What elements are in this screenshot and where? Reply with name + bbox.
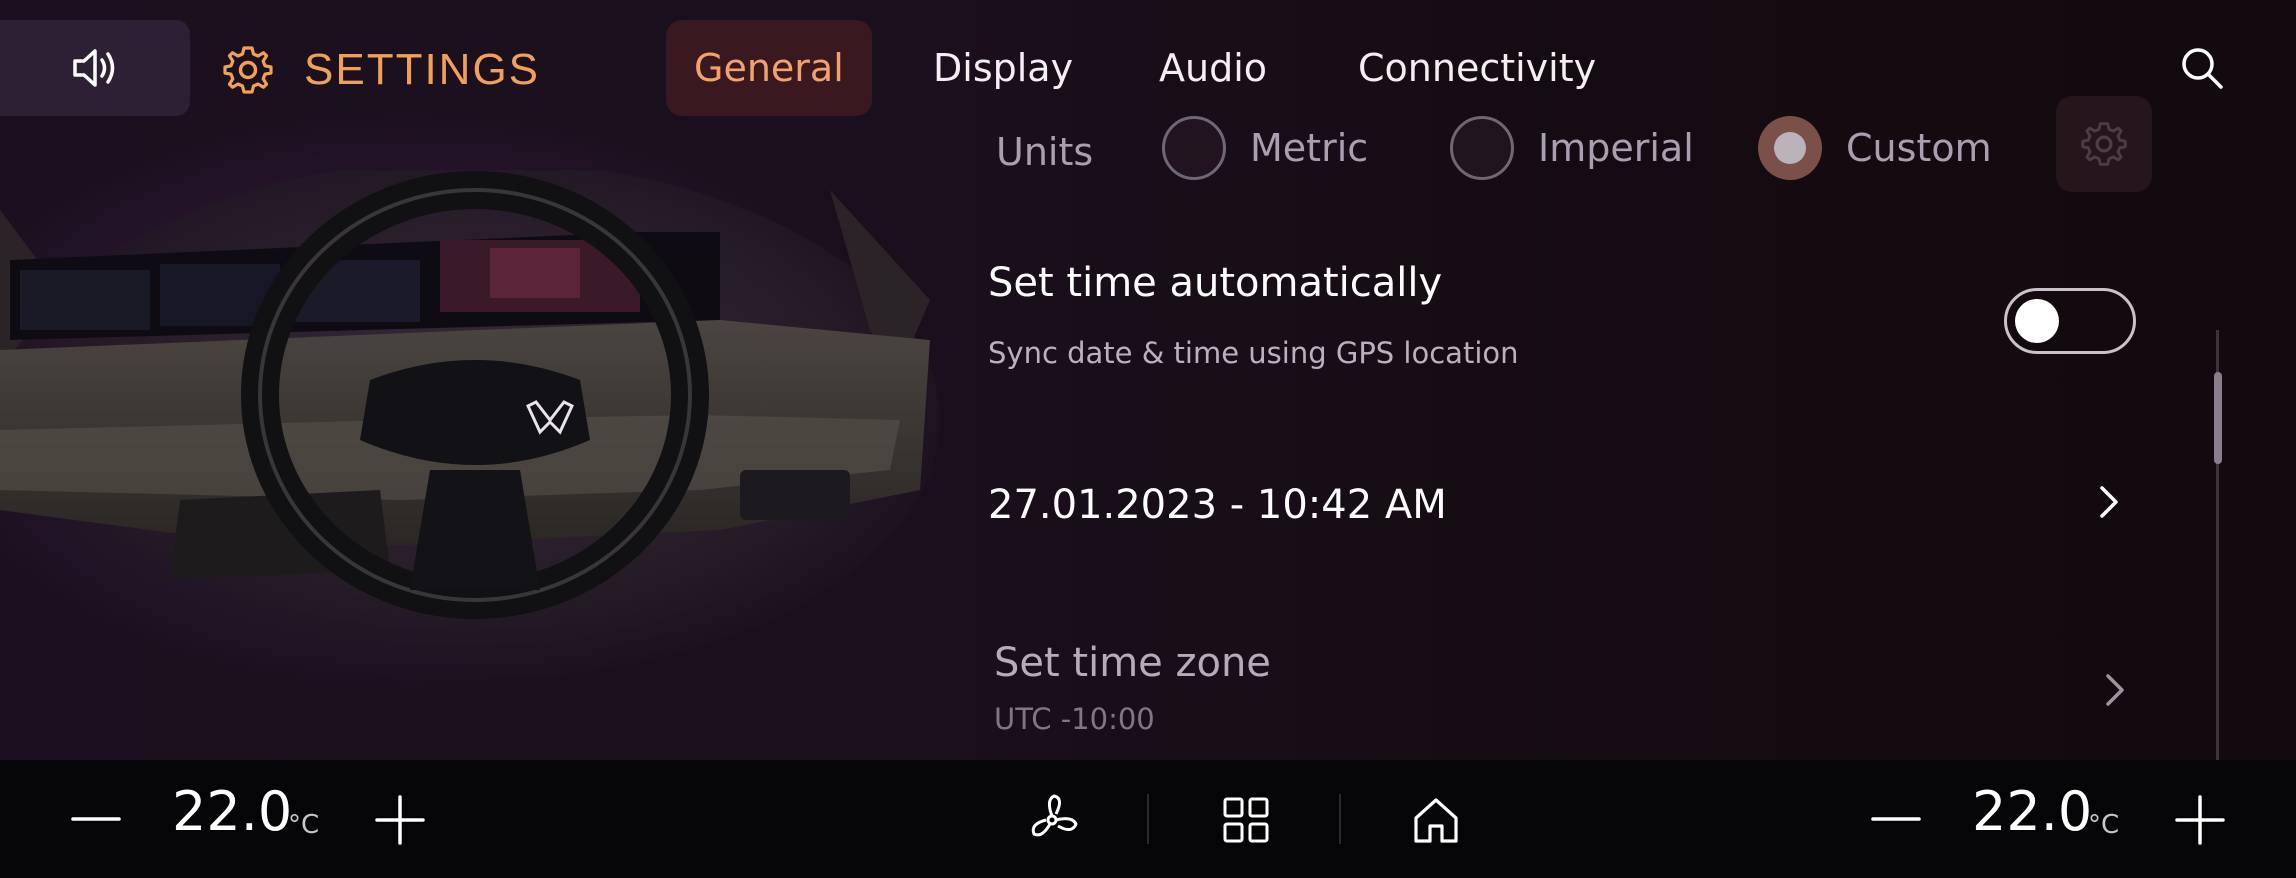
timezone-value: UTC -10:00 — [994, 702, 1155, 736]
radio-label: Imperial — [1538, 126, 1694, 170]
volume-icon — [73, 49, 115, 87]
tab-general[interactable]: General — [666, 20, 872, 116]
datetime-value: 27.01.2023 - 10:42 AM — [988, 482, 1447, 528]
radio-label: Custom — [1846, 126, 1992, 170]
datetime-row[interactable]: 27.01.2023 - 10:42 AM — [988, 470, 2138, 534]
fan-icon — [1031, 794, 1078, 837]
radio-button[interactable] — [1450, 116, 1514, 180]
custom-units-settings-button[interactable] — [2056, 96, 2152, 192]
climate-bar: 22.0 °C 22.0 °C — [0, 760, 2296, 878]
auto-time-toggle[interactable] — [2004, 288, 2136, 354]
page-title: SETTINGS — [304, 45, 541, 94]
left-temp-decrease-button[interactable] — [66, 794, 126, 844]
radio-button-selected[interactable] — [1758, 116, 1822, 180]
minus-icon — [1871, 817, 1921, 821]
divider — [1339, 794, 1341, 844]
search-icon — [2182, 48, 2223, 89]
apps-button[interactable] — [1214, 790, 1278, 850]
right-temp-unit: °C — [2088, 810, 2120, 840]
radio-button[interactable] — [1162, 116, 1226, 180]
car-interior-image — [0, 170, 940, 680]
radio-label: Metric — [1250, 126, 1369, 170]
settings-screen: SETTINGS General Display Audio Connectiv… — [0, 0, 2296, 878]
left-temp-value: 22.0 — [172, 780, 293, 843]
auto-time-setting: Set time automatically Sync date & time … — [988, 260, 2138, 380]
page-title-group: SETTINGS — [222, 36, 540, 104]
units-option-metric[interactable]: Metric — [1162, 108, 1368, 188]
divider — [1147, 794, 1149, 844]
toggle-knob — [2015, 299, 2059, 343]
units-option-imperial[interactable]: Imperial — [1450, 108, 1694, 188]
plus-icon — [375, 795, 425, 845]
tab-display[interactable]: Display — [905, 20, 1101, 116]
units-row: Units Metric Imperial Custom — [996, 96, 2156, 192]
auto-time-subtitle: Sync date & time using GPS location — [988, 336, 1519, 370]
units-option-custom[interactable]: Custom — [1758, 108, 1992, 188]
fan-button[interactable] — [1020, 790, 1084, 850]
tab-connectivity[interactable]: Connectivity — [1330, 20, 1624, 116]
apps-grid-icon — [1223, 797, 1269, 843]
left-temp-unit: °C — [288, 810, 320, 840]
chevron-right-icon — [2106, 674, 2124, 706]
left-temp-increase-button[interactable] — [370, 792, 430, 848]
plus-icon — [2175, 795, 2225, 845]
units-label: Units — [996, 130, 1094, 174]
auto-time-title: Set time automatically — [988, 260, 1443, 306]
minus-icon — [71, 817, 121, 821]
gear-icon — [223, 46, 273, 94]
search-button[interactable] — [2170, 36, 2234, 100]
chevron-right-icon — [2100, 486, 2118, 518]
volume-button[interactable] — [0, 20, 190, 116]
home-icon — [1414, 798, 1458, 843]
right-temp-value: 22.0 — [1972, 780, 2093, 843]
gear-icon — [2081, 122, 2127, 166]
scrollbar-thumb[interactable] — [2214, 372, 2222, 464]
timezone-row[interactable]: Set time zone UTC -10:00 — [994, 640, 2144, 740]
timezone-title: Set time zone — [994, 640, 1271, 686]
right-temp-increase-button[interactable] — [2170, 792, 2230, 848]
home-button[interactable] — [1404, 790, 1468, 850]
right-temp-decrease-button[interactable] — [1866, 794, 1926, 844]
tab-audio[interactable]: Audio — [1131, 20, 1295, 116]
